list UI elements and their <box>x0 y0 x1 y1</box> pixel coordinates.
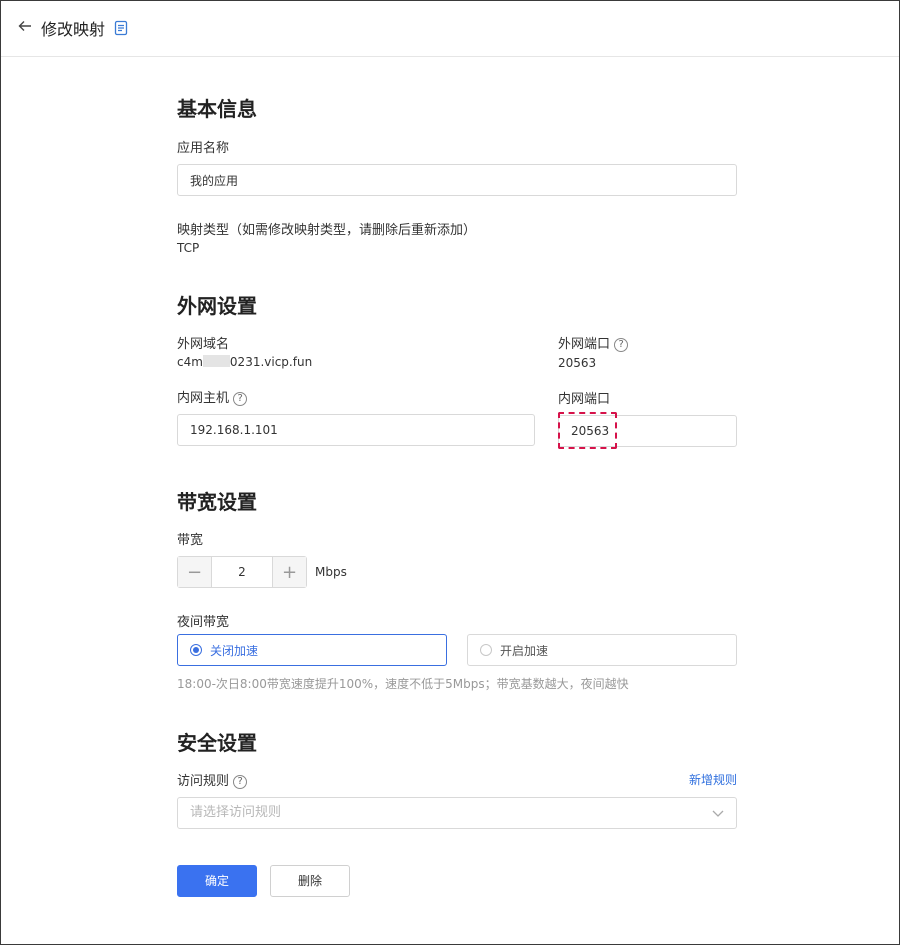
domain-value: c4m 0231.vicp.fun <box>177 355 312 369</box>
night-bandwidth-hint: 18:00-次日8:00带宽速度提升100%，速度不低于5Mbps；带宽基数越大… <box>177 677 629 691</box>
radio-accel-on-label: 开启加速 <box>500 643 549 658</box>
question-circle-icon[interactable]: ? <box>233 391 248 406</box>
increment-button[interactable]: + <box>273 557 306 587</box>
ext-port-value: 20563 <box>558 356 597 370</box>
bandwidth-value[interactable]: 2 <box>211 557 273 587</box>
radio-checked-icon <box>190 644 202 656</box>
bandwidth-label: 带宽 <box>177 533 204 548</box>
int-port-label: 内网端口 <box>558 392 611 407</box>
bandwidth-stepper[interactable]: − 2 + <box>177 556 307 588</box>
confirm-button[interactable]: 确定 <box>177 865 257 897</box>
access-rule-select[interactable]: 请选择访问规则 <box>177 797 737 829</box>
highlight-annotation <box>558 412 617 449</box>
host-label: 内网主机 ? <box>177 387 248 406</box>
masked-text <box>202 355 230 367</box>
page-title: 修改映射 <box>41 20 106 39</box>
host-input[interactable] <box>177 414 535 446</box>
app-window: 修改映射 基本信息 应用名称 映射类型（如需修改映射类型，请删除后重新添加） T… <box>0 0 900 945</box>
radio-accel-on[interactable]: 开启加速 <box>467 634 737 666</box>
mapping-type-label: 映射类型（如需修改映射类型，请删除后重新添加） <box>177 223 477 238</box>
document-icon[interactable] <box>114 20 128 36</box>
decrement-button[interactable]: − <box>178 557 211 587</box>
arrow-left-icon[interactable] <box>17 18 33 34</box>
ext-port-label: 外网端口 ? <box>558 333 629 352</box>
access-rules-label-text: 访问规则 <box>177 774 230 789</box>
access-rule-placeholder: 请选择访问规则 <box>190 805 282 820</box>
host-label-text: 内网主机 <box>177 391 230 406</box>
app-name-label: 应用名称 <box>177 141 230 156</box>
page-header: 修改映射 <box>1 1 899 57</box>
section-title-basic: 基本信息 <box>177 97 257 121</box>
domain-label: 外网域名 <box>177 337 230 352</box>
radio-unchecked-icon <box>480 644 492 656</box>
access-rules-label: 访问规则 ? <box>177 770 248 789</box>
mapping-type-value: TCP <box>177 241 200 255</box>
radio-accel-off-label: 关闭加速 <box>210 643 259 658</box>
question-circle-icon[interactable]: ? <box>233 774 248 789</box>
section-title-bandwidth: 带宽设置 <box>177 490 257 514</box>
add-rule-link[interactable]: 新增规则 <box>689 771 737 788</box>
domain-suffix: 0231.vicp.fun <box>229 355 313 369</box>
section-title-security: 安全设置 <box>177 731 257 755</box>
bandwidth-unit: Mbps <box>315 565 347 579</box>
section-title-network: 外网设置 <box>177 294 257 318</box>
chevron-down-icon <box>712 810 724 817</box>
ext-port-label-text: 外网端口 <box>558 337 611 352</box>
app-name-input[interactable] <box>177 164 737 196</box>
question-circle-icon[interactable]: ? <box>614 337 629 352</box>
delete-button[interactable]: 删除 <box>270 865 350 897</box>
night-bandwidth-label: 夜间带宽 <box>177 615 230 630</box>
radio-accel-off[interactable]: 关闭加速 <box>177 634 447 666</box>
domain-prefix: c4m <box>177 355 203 369</box>
